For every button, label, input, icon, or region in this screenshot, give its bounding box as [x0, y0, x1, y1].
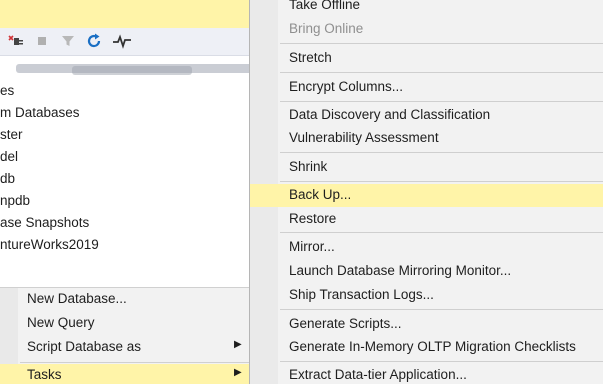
- menu-item-restore[interactable]: Restore: [250, 208, 603, 231]
- menu-separator: [280, 232, 603, 233]
- object-explorer: es m Databases ster del db npdb ase Snap…: [0, 0, 256, 290]
- menu-separator: [280, 43, 603, 44]
- menu-item-generate-oltp-checklists[interactable]: Generate In-Memory OLTP Migration Checkl…: [250, 336, 603, 359]
- tree-node-msdb[interactable]: db: [0, 171, 15, 186]
- submenu-arrow-icon: ▶: [234, 339, 242, 350]
- menu-item-label: Bring Online: [289, 21, 364, 36]
- tree-node-master[interactable]: ster: [0, 127, 23, 142]
- menu-item-label: New Database...: [27, 291, 127, 306]
- menu-separator: [280, 181, 603, 182]
- menu-item-label: Launch Database Mirroring Monitor...: [289, 263, 512, 278]
- menu-item-label: Shrink: [289, 159, 328, 174]
- menu-item-vulnerability-assessment[interactable]: Vulnerability Assessment: [250, 127, 603, 150]
- menu-item-mirror[interactable]: Mirror...: [250, 236, 603, 259]
- menu-item-generate-scripts[interactable]: Generate Scripts...: [250, 313, 603, 336]
- menu-item-label: Restore: [289, 211, 337, 226]
- tree-node-adventureworks2019[interactable]: ntureWorks2019: [0, 237, 99, 252]
- object-explorer-header: [0, 0, 249, 28]
- menu-item-label: Data Discovery and Classification: [289, 107, 491, 122]
- menu-item-label: Encrypt Columns...: [289, 79, 404, 94]
- menu-item-stretch[interactable]: Stretch: [250, 47, 603, 70]
- menu-separator: [20, 362, 249, 363]
- menu-separator: [280, 152, 603, 153]
- menu-item-label: Take Offline: [289, 0, 361, 12]
- menu-item-ship-transaction-logs[interactable]: Ship Transaction Logs...: [250, 284, 603, 307]
- menu-item-script-database-as[interactable]: Script Database as ▶: [0, 336, 249, 360]
- menu-item-label: Stretch: [289, 50, 332, 65]
- menu-item-back-up[interactable]: Back Up...: [250, 184, 603, 207]
- menu-item-bring-online[interactable]: Bring Online: [250, 18, 603, 41]
- menu-item-shrink[interactable]: Shrink: [250, 156, 603, 179]
- menu-item-new-database[interactable]: New Database...: [0, 288, 249, 312]
- menu-item-label: Extract Data-tier Application...: [289, 367, 467, 382]
- server-node-redacted-detail: [72, 66, 192, 75]
- stop-icon[interactable]: [32, 31, 52, 51]
- tree-node-tempdb[interactable]: npdb: [0, 193, 30, 208]
- menu-item-label: Generate Scripts...: [289, 316, 402, 331]
- disconnect-icon[interactable]: [6, 31, 26, 51]
- database-context-menu: New Database... New Query Script Databas…: [0, 287, 249, 384]
- tasks-submenu: Take Offline Bring Online Stretch Encryp…: [249, 0, 603, 384]
- menu-separator: [280, 72, 603, 73]
- menu-item-take-offline[interactable]: Take Offline: [250, 0, 603, 17]
- tree-node-model[interactable]: del: [0, 149, 18, 164]
- menu-item-label: Ship Transaction Logs...: [289, 287, 434, 302]
- filter-icon[interactable]: [58, 31, 78, 51]
- refresh-icon[interactable]: [84, 31, 104, 51]
- menu-item-label: Generate In-Memory OLTP Migration Checkl…: [289, 339, 576, 354]
- menu-item-data-discovery-classification[interactable]: Data Discovery and Classification: [250, 104, 603, 127]
- tree-node-database-snapshots[interactable]: ase Snapshots: [0, 215, 89, 230]
- menu-item-new-query[interactable]: New Query: [0, 312, 249, 336]
- menu-item-encrypt-columns[interactable]: Encrypt Columns...: [250, 76, 603, 99]
- menu-item-launch-mirroring-monitor[interactable]: Launch Database Mirroring Monitor...: [250, 260, 603, 283]
- menu-item-label: Vulnerability Assessment: [289, 130, 439, 145]
- activity-monitor-icon[interactable]: [112, 31, 132, 51]
- submenu-arrow-icon: ▶: [234, 367, 242, 378]
- tree-node-databases-partial[interactable]: es: [0, 83, 14, 98]
- menu-item-label: Back Up...: [289, 187, 352, 202]
- menu-item-tasks[interactable]: Tasks ▶: [0, 364, 249, 384]
- menu-item-label: New Query: [27, 315, 95, 330]
- menu-separator: [280, 361, 603, 362]
- menu-separator: [280, 101, 603, 102]
- menu-separator: [280, 309, 603, 310]
- menu-item-extract-data-tier-application[interactable]: Extract Data-tier Application...: [250, 364, 603, 384]
- object-explorer-toolbar: [0, 28, 249, 56]
- ssms-window: es m Databases ster del db npdb ase Snap…: [0, 0, 603, 384]
- menu-item-label: Tasks: [27, 367, 62, 382]
- menu-item-label: Mirror...: [289, 239, 335, 254]
- menu-item-label: Script Database as: [27, 339, 142, 354]
- tree-node-system-databases[interactable]: m Databases: [0, 105, 80, 120]
